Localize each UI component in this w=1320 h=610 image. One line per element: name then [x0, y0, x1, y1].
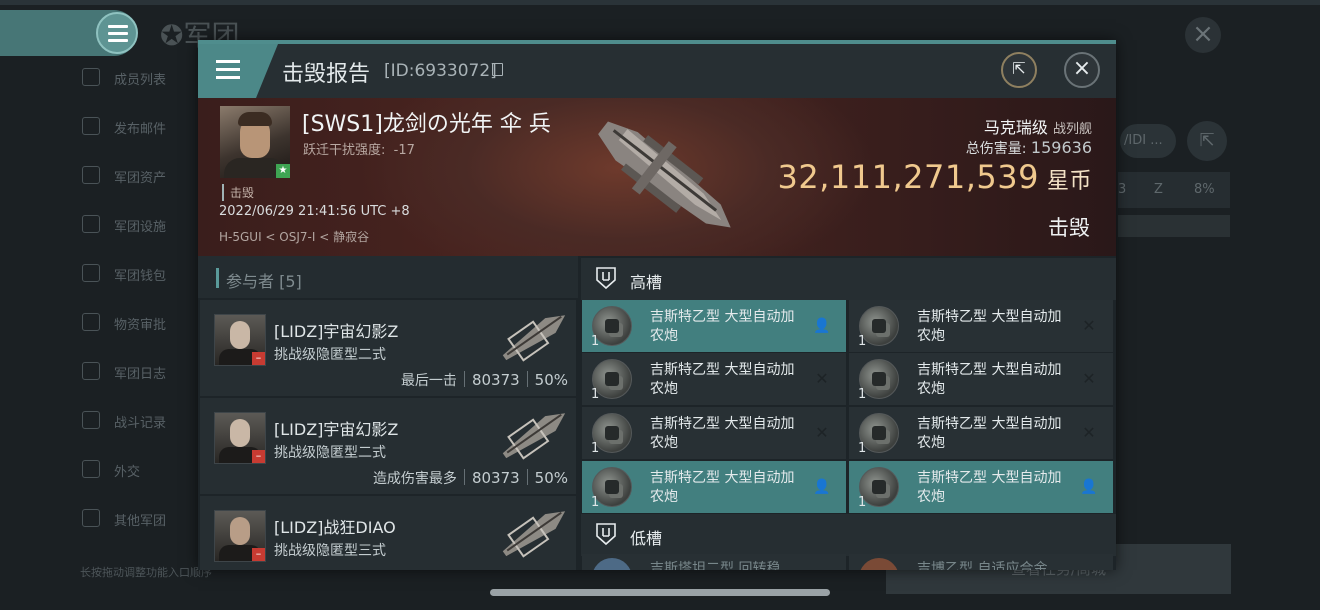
- top-border: [0, 0, 1320, 5]
- participant-ship: 挑战级隐匿型三式: [274, 543, 386, 559]
- avatar: –: [214, 510, 266, 562]
- dialog-title: 击毁报告: [282, 62, 371, 87]
- total-damage: 总伤害量: 159636: [965, 138, 1092, 157]
- stabilizer-icon: [592, 558, 632, 570]
- hostile-icon: –: [252, 450, 265, 463]
- frigate-icon: [502, 413, 566, 460]
- low-slot-icon: [596, 523, 616, 546]
- dropped-person-icon: 👤: [1080, 479, 1098, 495]
- assets-icon: [82, 166, 100, 184]
- avatar: –: [214, 314, 266, 366]
- high-slot-header: 高槽: [581, 258, 1116, 300]
- sidebar-item-members[interactable]: 成员列表: [78, 58, 198, 98]
- home-indicator[interactable]: [490, 589, 830, 596]
- kill-tag: 击毁: [222, 184, 254, 201]
- module-item[interactable]: 1 吉斯特乙型 大型自动加农炮 ✕: [582, 407, 846, 459]
- log-icon: [82, 362, 100, 380]
- destroyed-x-icon: ✕: [1082, 316, 1096, 335]
- facilities-icon: [82, 215, 100, 233]
- module-item[interactable]: 1 吉斯特乙型 大型自动加农炮 👤: [582, 300, 846, 352]
- kill-time: 2022/06/29 21:41:56 UTC +8: [219, 204, 410, 219]
- destroyed-x-icon: ✕: [815, 423, 829, 442]
- star-icon: ✪: [160, 19, 184, 52]
- avatar: –: [214, 412, 266, 464]
- dropped-person-icon: 👤: [813, 318, 831, 334]
- module-item[interactable]: 吉斯塔坦二型 回转稳: [582, 554, 846, 570]
- share-icon[interactable]: ⇱: [1187, 121, 1227, 161]
- module-item[interactable]: 1 吉斯特乙型 大型自动加农炮 👤: [582, 461, 846, 513]
- victim-name[interactable]: [SWS1]龙剑の光年 伞 兵: [302, 106, 551, 138]
- report-id: [ID:6933072]: [384, 61, 497, 81]
- kill-location[interactable]: H-5GUI < OSJ7-I < 静寂谷: [219, 228, 369, 245]
- sidebar-item-diplomacy[interactable]: 外交: [78, 450, 198, 490]
- share-icon: ⇱: [1012, 59, 1026, 78]
- sidebar-item-approval[interactable]: 物资审批: [78, 303, 198, 343]
- participant-name: [LIDZ]宇宙幻影Z: [274, 420, 399, 439]
- ship-name[interactable]: 马克瑞级 战列舰: [984, 114, 1092, 138]
- sidebar-item-battle[interactable]: 战斗记录: [78, 401, 198, 441]
- isk-value: 32,111,271,539 星币: [777, 158, 1092, 196]
- module-item[interactable]: 1 吉斯特乙型 大型自动加农炮 ✕: [849, 407, 1113, 459]
- warp-strength: 跃迁干扰强度: -17: [303, 143, 415, 158]
- menu-icon[interactable]: [96, 12, 138, 54]
- sidebar-item-mail[interactable]: 发布邮件: [78, 107, 198, 147]
- mail-icon: [82, 117, 100, 135]
- diplomacy-icon: [82, 460, 100, 478]
- frigate-icon: [502, 315, 566, 362]
- participant-name: [LIDZ]宇宙幻影Z: [274, 322, 399, 341]
- sidebar-item-log[interactable]: 军团日志: [78, 352, 198, 392]
- close-icon[interactable]: ×: [1185, 17, 1221, 53]
- share-button[interactable]: ⇱: [1001, 52, 1037, 88]
- hostile-icon: –: [252, 352, 265, 365]
- kill-banner: ★ [SWS1]龙剑の光年 伞 兵 跃迁干扰强度: -17 击毁 2022/06…: [198, 98, 1116, 256]
- sidebar-item-other[interactable]: 其他军团: [78, 499, 198, 539]
- hint-text: 长按拖动调整功能入口顺序: [80, 566, 212, 579]
- frigate-icon: [502, 511, 566, 558]
- module-item[interactable]: 吉博乙型 自适应合金: [849, 554, 1113, 570]
- destroyed-x-icon: ✕: [815, 369, 829, 388]
- bg-bar: [1118, 215, 1230, 237]
- approval-icon: [82, 313, 100, 331]
- module-item[interactable]: 1 吉斯特乙型 大型自动加农炮 ✕: [849, 353, 1113, 405]
- members-icon: [82, 68, 100, 86]
- participant-stats: 最后一击 80373 50%: [400, 371, 568, 389]
- ship-image: [598, 121, 731, 228]
- participant-row[interactable]: – [LIDZ]宇宙幻影Z 挑战级隐匿型二式 最后一击 80373 50%: [200, 300, 576, 396]
- swords-icon: [82, 411, 100, 429]
- participants-header: 参与者 [5]: [198, 256, 578, 298]
- participant-name: [LIDZ]战狂DIAO: [274, 518, 396, 537]
- corp-icon: [82, 509, 100, 527]
- dropped-person-icon: 👤: [813, 479, 831, 495]
- module-item[interactable]: 1 吉斯特乙型 大型自动加农炮 ✕: [582, 353, 846, 405]
- participant-ship: 挑战级隐匿型二式: [274, 347, 386, 363]
- hostile-icon: –: [252, 548, 265, 561]
- copy-icon[interactable]: [492, 63, 503, 76]
- participant-stats: 造成伤害最多 80373 50%: [372, 469, 568, 487]
- sidebar-item-assets[interactable]: 军团资产: [78, 156, 198, 196]
- status-label: 击毁: [1048, 216, 1090, 240]
- kill-report-dialog: 击毁报告 [ID:6933072] ⇱ × ★ [SWS1]龙剑の光年 伞 兵 …: [198, 40, 1116, 570]
- participant-ship: 挑战级隐匿型二式: [274, 445, 386, 461]
- close-button[interactable]: ×: [1064, 52, 1100, 88]
- participant-row[interactable]: – [LIDZ]战狂DIAO 挑战级隐匿型三式: [200, 496, 576, 570]
- wallet-icon: [82, 264, 100, 282]
- sidebar-item-wallet[interactable]: 军团钱包: [78, 254, 198, 294]
- high-slot-icon: [596, 267, 616, 290]
- star-badge-icon: ★: [276, 164, 290, 178]
- armor-plate-icon: [859, 558, 899, 570]
- sidebar-item-facilities[interactable]: 军团设施: [78, 205, 198, 245]
- destroyed-x-icon: ✕: [1082, 423, 1096, 442]
- module-item[interactable]: 1 吉斯特乙型 大型自动加农炮 👤: [849, 461, 1113, 513]
- bg-stats-row: 3 Z 8%: [1118, 172, 1230, 208]
- bg-right-button[interactable]: /IDI ...: [1120, 124, 1176, 158]
- module-item[interactable]: 1 吉斯特乙型 大型自动加农炮 ✕: [849, 300, 1113, 352]
- close-icon: ×: [1072, 56, 1092, 81]
- destroyed-x-icon: ✕: [1082, 369, 1096, 388]
- low-slot-header: 低槽: [581, 514, 1116, 556]
- participant-row[interactable]: – [LIDZ]宇宙幻影Z 挑战级隐匿型二式 造成伤害最多 80373 50%: [200, 398, 576, 494]
